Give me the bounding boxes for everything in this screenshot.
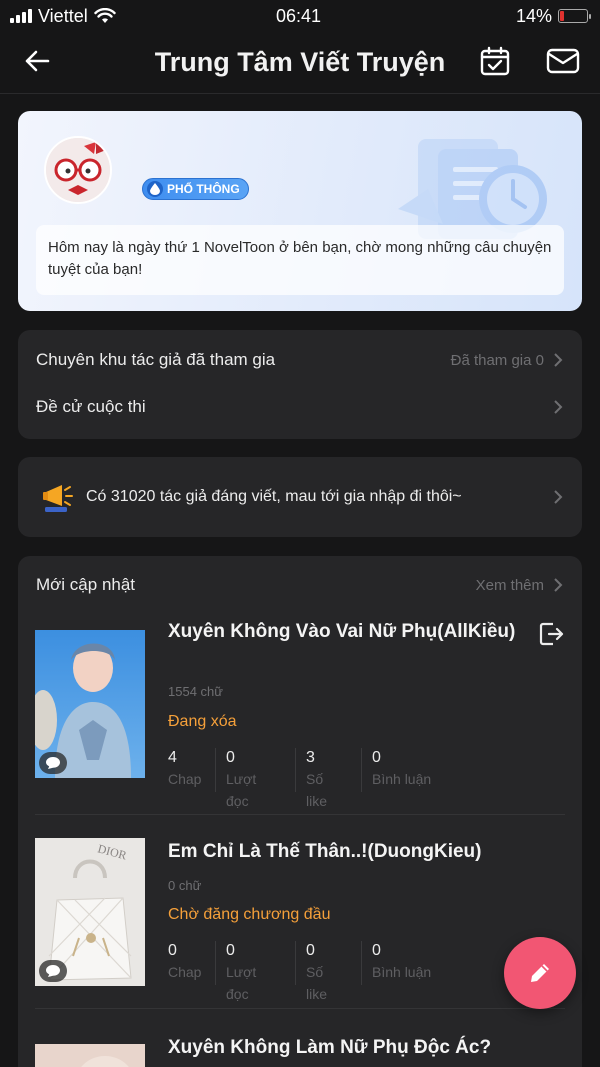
story-cover[interactable]: [35, 630, 145, 778]
story-status: Đang xóa: [168, 713, 237, 730]
word-count: 1554 chữ: [168, 684, 223, 699]
megaphone-icon: [43, 485, 73, 512]
comment-icon: [39, 752, 67, 774]
stat-comments: 0 Bình luận: [372, 748, 452, 792]
story-title[interactable]: Xuyên Không Làm Nữ Phụ Độc Ác?: [168, 1034, 548, 1062]
recent-updates-card: Mới cập nhật Xem thêm Xuyên Không Vào Va…: [18, 556, 582, 1067]
wifi-icon: [94, 8, 116, 23]
word-count: 0 chữ: [168, 878, 202, 893]
story-cover[interactable]: DIOR: [35, 838, 145, 986]
calendar-check-icon[interactable]: [478, 44, 512, 78]
stat-value: 0: [168, 942, 177, 959]
battery-level: [560, 11, 564, 21]
avatar-image: [46, 138, 110, 202]
stat-label: Số like: [306, 771, 328, 809]
story-item[interactable]: DIOR Em Chỉ Là Thế Thân..!(DuongKieu) 0 …: [35, 838, 565, 1002]
section-title: Mới cập nhật: [36, 575, 136, 594]
story-stats: 0 Chap 0 Lượt đọc 0 Số like 0 Bình luận: [168, 941, 462, 1002]
notice-text: Có 31020 tác giả đáng viết, mau tới gia …: [86, 488, 462, 505]
stat-value: 3: [306, 749, 315, 766]
stat-value: 0: [372, 749, 381, 766]
level-badge: PHỔ THÔNG: [142, 178, 249, 200]
story-stats: 4 Chap 0 Lượt đọc 3 Số like 0 Bình luận: [168, 748, 462, 809]
stat-label: Số like: [306, 964, 328, 1002]
page-title: Trung Tâm Viết Truyện: [154, 47, 446, 77]
clock: 06:41: [276, 5, 322, 26]
divider: [35, 1008, 565, 1009]
pencil-icon: [531, 964, 549, 982]
arrow-left-icon[interactable]: [22, 46, 52, 76]
mail-icon[interactable]: [545, 44, 581, 78]
stat-label: Chap: [168, 771, 202, 787]
comment-icon: [39, 960, 67, 982]
status-bar-left: Viettel: [10, 6, 116, 27]
droplet-icon: [147, 181, 163, 197]
story-title[interactable]: Xuyên Không Vào Vai Nữ Phụ(AllKiều): [168, 618, 528, 646]
menu-item-joined-zones[interactable]: Chuyên khu tác giả đã tham gia Đã tham g…: [18, 340, 582, 380]
write-story-button[interactable]: [504, 937, 576, 1009]
app-header: Trung Tâm Viết Truyện: [0, 32, 600, 94]
story-item[interactable]: Xuyên Không Làm Nữ Phụ Độc Ác?: [35, 1034, 565, 1067]
menu-card: Chuyên khu tác giả đã tham gia Đã tham g…: [18, 330, 582, 439]
story-cover[interactable]: [35, 1044, 145, 1067]
chevron-right-icon: [554, 400, 563, 414]
stat-reads: 0 Lượt đọc: [226, 941, 296, 1002]
greeting-message: Hôm nay là ngày thứ 1 NovelToon ở bên bạ…: [36, 225, 564, 295]
stat-label: Lượt đọc: [226, 964, 257, 1002]
stat-value: 0: [226, 749, 235, 766]
profile-card: PHỔ THÔNG Hôm nay là ngày thứ 1 NovelToo…: [18, 111, 582, 311]
divider: [35, 814, 565, 815]
carrier-name: Viettel: [38, 5, 88, 26]
see-more-link[interactable]: Xem thêm: [476, 577, 544, 594]
stat-reads: 0 Lượt đọc: [226, 748, 296, 809]
menu-item-label: Chuyên khu tác giả đã tham gia: [36, 350, 276, 369]
story-status: Chờ đăng chương đầu: [168, 906, 331, 923]
section-header: Mới cập nhật Xem thêm: [36, 572, 564, 598]
stat-value: 0: [226, 942, 235, 959]
battery-percent: 14%: [515, 5, 552, 26]
stat-comments: 0 Bình luận: [372, 941, 452, 985]
cover-image: [35, 1044, 145, 1067]
stat-label: Chap: [168, 964, 202, 980]
status-bar: Viettel 06:41 14%: [0, 0, 600, 32]
avatar[interactable]: [44, 136, 112, 204]
stat-label: Bình luận: [372, 964, 432, 980]
chevron-right-icon[interactable]: [552, 577, 564, 593]
stat-likes: 0 Số like: [306, 941, 362, 1002]
signal-icon: [10, 9, 32, 23]
chevron-right-icon: [554, 353, 563, 367]
stat-value: 0: [306, 942, 315, 959]
stat-label: Bình luận: [372, 771, 432, 787]
stat-likes: 3 Số like: [306, 748, 362, 809]
stat-value: 0: [372, 942, 381, 959]
stat-value: 4: [168, 749, 177, 766]
stat-label: Lượt đọc: [226, 771, 257, 809]
status-bar-right: 14%: [515, 5, 591, 27]
stat-chapters: 4 Chap: [168, 748, 216, 792]
level-label: PHỔ THÔNG: [167, 182, 240, 196]
story-title[interactable]: Em Chỉ Là Thế Thân..!(DuongKieu): [168, 838, 548, 866]
export-icon[interactable]: [537, 620, 565, 648]
chevron-right-icon: [554, 490, 563, 504]
battery-icon: [558, 9, 591, 23]
story-item[interactable]: Xuyên Không Vào Vai Nữ Phụ(AllKiều) 1554…: [35, 620, 565, 809]
stat-chapters: 0 Chap: [168, 941, 216, 985]
joined-count: Đã tham gia 0: [450, 351, 544, 369]
menu-item-contest[interactable]: Đề cử cuộc thi: [18, 387, 582, 427]
author-notice-banner[interactable]: Có 31020 tác giả đáng viết, mau tới gia …: [18, 457, 582, 537]
menu-item-label: Đề cử cuộc thi: [36, 397, 146, 416]
